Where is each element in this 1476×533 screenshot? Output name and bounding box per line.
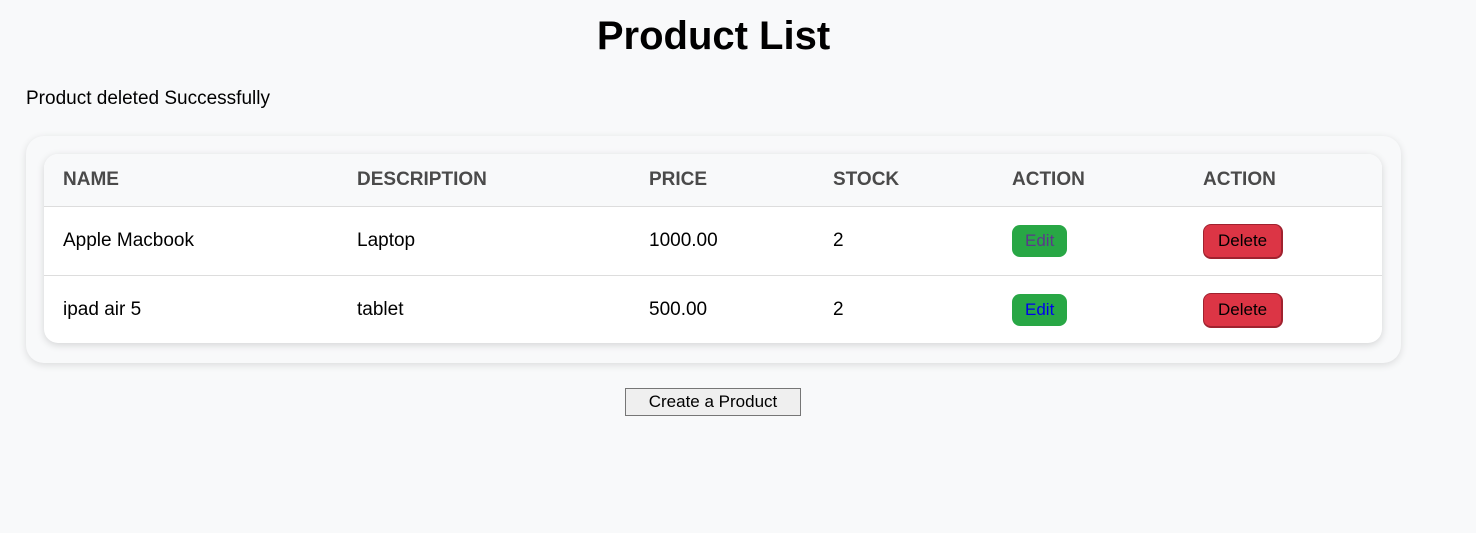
table-header-row: NAME DESCRIPTION PRICE STOCK ACTION ACTI… xyxy=(44,154,1382,207)
cell-stock: 2 xyxy=(814,206,993,276)
table-row: ipad air 5 tablet 500.00 2 Edit Delete xyxy=(44,276,1382,344)
table-row: Apple Macbook Laptop 1000.00 2 Edit Dele… xyxy=(44,206,1382,276)
cell-stock: 2 xyxy=(833,299,844,320)
cell-description: Laptop xyxy=(338,206,630,276)
create-product-button[interactable]: Create a Product xyxy=(625,388,801,416)
cell-price: 500.00 xyxy=(649,299,708,320)
page-title: Product List xyxy=(596,14,831,58)
header-action-edit: ACTION xyxy=(993,154,1184,207)
status-message: Product deleted Successfully xyxy=(26,88,270,109)
product-table-card: NAME DESCRIPTION PRICE STOCK ACTION ACTI… xyxy=(44,154,1382,343)
table-container: NAME DESCRIPTION PRICE STOCK ACTION ACTI… xyxy=(26,136,1401,363)
header-name: NAME xyxy=(44,154,338,207)
edit-button[interactable]: Edit xyxy=(1012,294,1068,326)
cell-description: tablet xyxy=(357,299,404,320)
delete-button[interactable]: Delete xyxy=(1203,223,1284,259)
cell-price: 1000.00 xyxy=(630,206,814,276)
edit-button[interactable]: Edit xyxy=(1012,225,1068,257)
header-description: DESCRIPTION xyxy=(338,154,630,207)
cell-name: Apple Macbook xyxy=(44,206,338,276)
header-stock: STOCK xyxy=(814,154,993,207)
delete-button[interactable]: Delete xyxy=(1203,292,1284,328)
header-action-delete: ACTION xyxy=(1184,154,1382,207)
product-table: NAME DESCRIPTION PRICE STOCK ACTION ACTI… xyxy=(44,154,1382,343)
header-price: PRICE xyxy=(630,154,814,207)
cell-name: ipad air 5 xyxy=(63,299,142,320)
